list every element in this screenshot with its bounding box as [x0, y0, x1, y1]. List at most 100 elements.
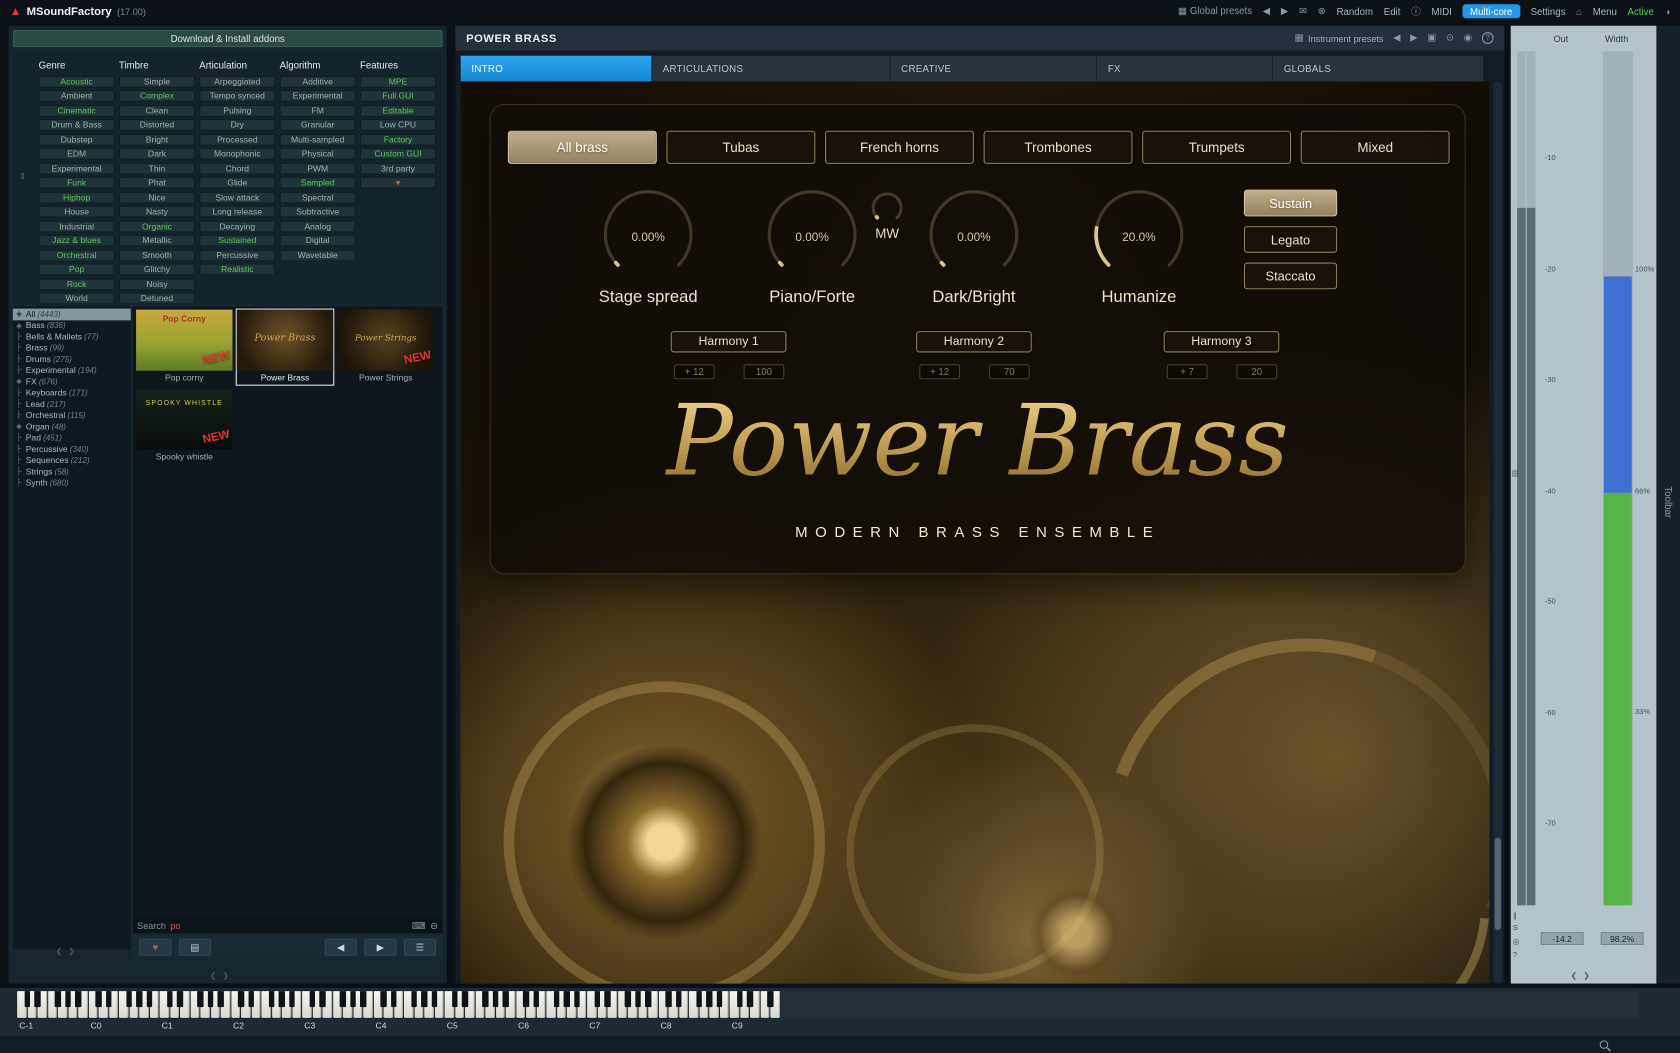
black-key[interactable]	[238, 991, 244, 1007]
black-key[interactable]	[605, 991, 611, 1007]
filter-item-house[interactable]: House	[39, 206, 115, 218]
preset-power-brass[interactable]: Power BrassPower Brass	[236, 309, 335, 386]
black-key[interactable]	[706, 991, 712, 1007]
width-value[interactable]: 98.2%	[1601, 932, 1644, 945]
filter-item-distorted[interactable]: Distorted	[119, 119, 195, 131]
help-small-icon[interactable]: ?	[1513, 951, 1517, 959]
black-key[interactable]	[574, 991, 580, 1007]
filter-item-world[interactable]: World	[39, 293, 115, 305]
filter-item-digital[interactable]: Digital	[280, 235, 356, 247]
filter-item-pop[interactable]: Pop	[39, 264, 115, 276]
black-key[interactable]	[462, 991, 468, 1007]
black-key[interactable]	[167, 991, 173, 1007]
meter-pager[interactable]: ❮ ❯	[1571, 972, 1592, 981]
black-key[interactable]	[493, 991, 499, 1007]
filter-item-clean[interactable]: Clean	[119, 104, 195, 116]
black-key[interactable]	[177, 991, 183, 1007]
help-icon[interactable]: ?	[1482, 32, 1494, 44]
filter-item-nice[interactable]: Nice	[119, 191, 195, 203]
tree-item-keyboards[interactable]: ├Keyboards(171)	[13, 387, 131, 398]
keyboard-icon[interactable]: ⌨	[412, 920, 426, 932]
filter-item-nasty[interactable]: Nasty	[119, 206, 195, 218]
black-key[interactable]	[65, 991, 71, 1007]
next-preset-icon[interactable]: ▶	[1410, 32, 1417, 44]
filter-item-experimental[interactable]: Experimental	[280, 90, 356, 102]
tree-item-strings[interactable]: ├Strings(58)	[13, 466, 131, 477]
random-button[interactable]: Random	[1337, 6, 1373, 17]
articulation-sustain[interactable]: Sustain	[1244, 190, 1337, 217]
edit-button[interactable]: Edit	[1384, 6, 1401, 17]
knob-dark-bright[interactable]: 0.00%	[926, 186, 1022, 288]
filter-item-dubstep[interactable]: Dubstep	[39, 133, 115, 145]
filter-item-detuned[interactable]: Detuned	[119, 293, 195, 305]
instrument-presets-button[interactable]: ▦Instrument presets	[1295, 32, 1384, 44]
harmony-1-button[interactable]: Harmony 1	[671, 331, 787, 352]
harmony-2-amount[interactable]: 70	[989, 364, 1030, 379]
knob-stage-spread[interactable]: 0.00%	[600, 186, 696, 288]
preset-power-strings[interactable]: Power StringsNEWPower Strings	[336, 309, 435, 386]
tree-item-organ[interactable]: ◈Organ(48)	[13, 421, 131, 432]
ensemble-all-brass[interactable]: All brass	[508, 131, 657, 164]
covers-icon[interactable]: ▤	[179, 939, 211, 956]
filter-item-subtractive[interactable]: Subtractive	[280, 206, 356, 218]
black-key[interactable]	[147, 991, 153, 1007]
scrollbar-thumb[interactable]	[1495, 838, 1501, 930]
filter-item-low-cpu[interactable]: Low CPU	[360, 119, 436, 131]
filter-item-physical[interactable]: Physical	[280, 148, 356, 160]
toolbar-strip[interactable]: Toolbar	[1656, 26, 1680, 984]
knob-humanize[interactable]: 20.0%	[1091, 186, 1187, 288]
black-key[interactable]	[55, 991, 61, 1007]
filter-item-favorites[interactable]: ♥	[360, 177, 436, 189]
tree-item-drums[interactable]: ├Drums(275)	[13, 354, 131, 365]
filter-scroll-handle[interactable]: ⇕	[19, 171, 26, 181]
harmony-3-button[interactable]: Harmony 3	[1164, 331, 1280, 352]
melda-logo-icon[interactable]: ▲	[10, 5, 22, 18]
harmony-3-interval[interactable]: + 7	[1167, 364, 1208, 379]
black-key[interactable]	[503, 991, 509, 1007]
save-icon[interactable]: ▣	[1427, 32, 1436, 44]
harmony-3-amount[interactable]: 20	[1236, 364, 1277, 379]
tree-item-synth[interactable]: ├Synth(680)	[13, 477, 131, 488]
tree-pager[interactable]: ❮ ❯	[56, 947, 77, 956]
filter-item-tempo-synced[interactable]: Tempo synced	[199, 90, 275, 102]
tab-intro[interactable]: INTRO	[461, 56, 652, 82]
black-key[interactable]	[625, 991, 631, 1007]
tree-item-lead[interactable]: ├Lead(217)	[13, 399, 131, 410]
articulation-legato[interactable]: Legato	[1244, 226, 1337, 253]
filter-item-simple[interactable]: Simple	[119, 76, 195, 88]
black-key[interactable]	[421, 991, 427, 1007]
black-key[interactable]	[75, 991, 81, 1007]
filter-item-rock[interactable]: Rock	[39, 278, 115, 290]
clear-search-icon[interactable]: ⊖	[430, 920, 438, 932]
tab-globals[interactable]: GLOBALS	[1273, 56, 1484, 82]
next-preset-button[interactable]: ▶	[364, 939, 396, 956]
filter-item-glide[interactable]: Glide	[199, 177, 275, 189]
tree-item-percussive[interactable]: ├Percussive(340)	[13, 444, 131, 455]
filter-item-full-gui[interactable]: Full GUI	[360, 90, 436, 102]
midi-button[interactable]: MIDI	[1431, 6, 1451, 17]
black-key[interactable]	[136, 991, 142, 1007]
filter-item-ambient[interactable]: Ambient	[39, 90, 115, 102]
list-menu-button[interactable]: ☰	[404, 939, 436, 956]
filter-item-decaying[interactable]: Decaying	[199, 220, 275, 232]
filter-item-pulsing[interactable]: Pulsing	[199, 104, 275, 116]
filter-item-chord[interactable]: Chord	[199, 162, 275, 174]
filter-item-wavetable[interactable]: Wavetable	[280, 249, 356, 261]
tree-item-bells-mallets[interactable]: ├Bells & Mallets(77)	[13, 331, 131, 342]
black-key[interactable]	[197, 991, 203, 1007]
filter-item-cinematic[interactable]: Cinematic	[39, 104, 115, 116]
black-key[interactable]	[106, 991, 112, 1007]
filter-item-percussive[interactable]: Percussive	[199, 249, 275, 261]
filter-item-industrial[interactable]: Industrial	[39, 220, 115, 232]
black-key[interactable]	[645, 991, 651, 1007]
black-key[interactable]	[391, 991, 397, 1007]
black-key[interactable]	[523, 991, 529, 1007]
solo-icon[interactable]: S	[1513, 925, 1518, 933]
filter-item-realistic[interactable]: Realistic	[199, 264, 275, 276]
settings-button[interactable]: Settings	[1531, 6, 1566, 17]
filter-item-custom-gui[interactable]: Custom GUI	[360, 148, 436, 160]
articulation-staccato[interactable]: Staccato	[1244, 263, 1337, 290]
filter-item-3rd-party[interactable]: 3rd party	[360, 162, 436, 174]
tree-item-sequences[interactable]: ├Sequences(212)	[13, 455, 131, 466]
tree-item-brass[interactable]: ├Brass(99)	[13, 342, 131, 353]
